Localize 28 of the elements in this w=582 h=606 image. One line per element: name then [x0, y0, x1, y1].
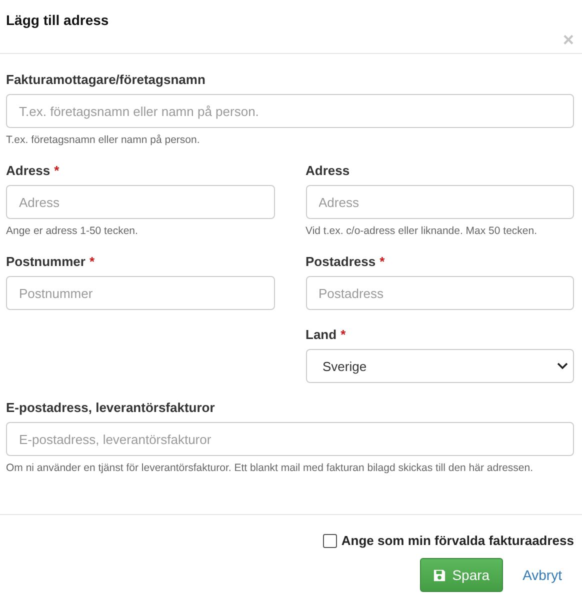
field-label: Adress — [306, 163, 350, 178]
input-field[interactable]: Adress — [6, 185, 274, 219]
input-field[interactable]: E-postadress, leverantörsfakturor — [6, 422, 574, 456]
field-label: Postadress — [306, 254, 376, 269]
input-field[interactable]: Postadress — [306, 276, 574, 310]
help-text: Om ni använder en tjänst för leverantörsfakturor. Ett blankt mail med fakturan bilagd skickas till den här adressen. — [6, 462, 534, 474]
required-mark: * — [380, 254, 385, 269]
input-field[interactable]: T.ex. företagsnamn eller namn på person. — [6, 94, 574, 128]
help-text: T.ex. företagsnamn eller namn på person. — [6, 134, 201, 146]
field-label: Postnummer — [6, 254, 86, 269]
country-select[interactable]: Sverige — [306, 349, 574, 383]
cancel-link[interactable]: Avbryt — [522, 567, 570, 583]
field-label: Adress — [6, 163, 50, 178]
field-label: Land — [306, 327, 337, 342]
required-mark: * — [54, 163, 60, 178]
required-mark: * — [340, 327, 346, 342]
input-field[interactable]: Postnummer — [6, 276, 274, 310]
help-text: Ange er adress 1-50 tecken. — [6, 225, 139, 237]
save-button[interactable]: Spara — [420, 558, 503, 592]
required-mark: * — [89, 254, 95, 269]
field-label: Fakturamottagare/företagsnamn — [6, 72, 206, 87]
chevron-down-icon — [557, 362, 568, 370]
input-field[interactable]: Adress — [306, 185, 574, 219]
checkbox-label: Ange som min förvalda fakturaadress — [341, 533, 574, 548]
checkbox[interactable] — [323, 534, 338, 548]
field-label: E-postadress, leverantörsfakturor — [6, 400, 215, 415]
help-text: Vid t.ex. c/o-adress eller liknande. Max 50 tecken. — [306, 225, 538, 237]
dialog-title: Lägg till adress — [6, 12, 109, 29]
